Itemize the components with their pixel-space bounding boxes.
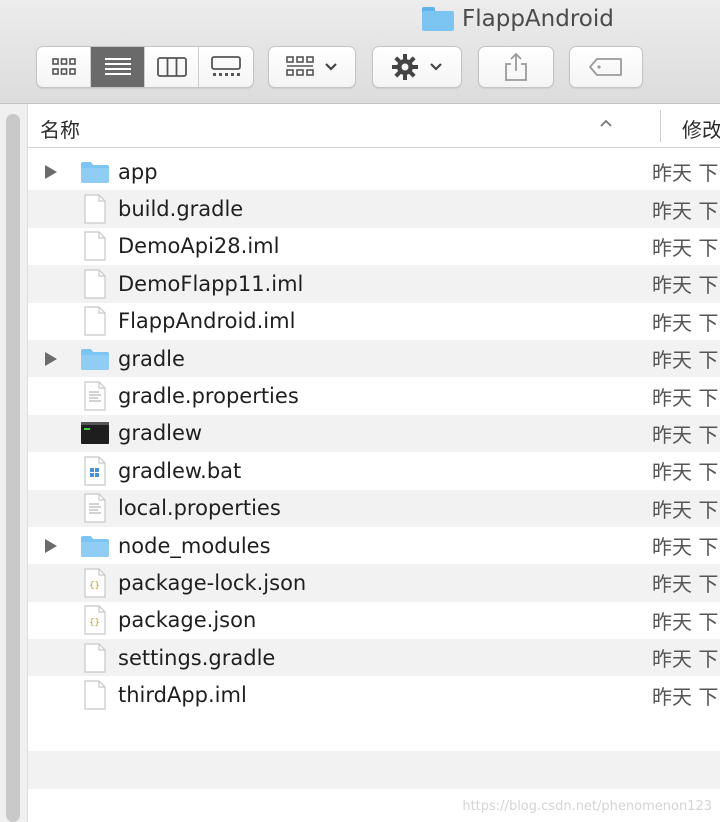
file-row[interactable]: gradle 昨天 下	[28, 339, 720, 378]
file-date-modified: 昨天 下	[652, 422, 719, 447]
view-mode-control	[36, 46, 254, 88]
sidebar-scrollbar[interactable]	[0, 104, 28, 822]
folder-icon	[422, 7, 454, 31]
file-date-modified: 昨天 下	[652, 348, 719, 373]
file-date-modified: 昨天 下	[652, 273, 719, 298]
file-name: thirdApp.iml	[118, 683, 247, 708]
list-view-button[interactable]	[91, 47, 145, 87]
folder-icon	[80, 531, 110, 561]
file-row[interactable]: {} package-lock.json 昨天 下	[28, 564, 720, 602]
svg-text:{}: {}	[89, 618, 100, 628]
file-date-modified: 昨天 下	[652, 572, 719, 597]
file-name: gradlew.bat	[118, 458, 242, 483]
document-icon	[80, 306, 110, 336]
column-header: 名称 修改日	[28, 104, 720, 148]
name-column-header[interactable]: 名称	[40, 114, 80, 143]
sort-ascending-icon[interactable]	[599, 118, 613, 128]
file-date-modified: 昨天 下	[652, 609, 719, 634]
file-name: package.json	[118, 608, 257, 633]
file-name: FlappAndroid.iml	[118, 309, 296, 334]
file-date-modified: 昨天 下	[652, 235, 719, 260]
file-row[interactable]: build.gradle 昨天 下	[28, 190, 720, 228]
json-file-icon: {}	[80, 568, 110, 598]
gallery-icon	[211, 56, 241, 76]
file-row[interactable]: settings.gradle 昨天 下	[28, 639, 720, 677]
file-date-modified: 昨天 下	[652, 198, 719, 223]
file-date-modified: 昨天 下	[652, 460, 719, 485]
chevron-down-icon	[430, 63, 442, 71]
tag-icon	[589, 58, 622, 76]
disclosure-triangle-icon[interactable]	[44, 538, 58, 554]
share-button[interactable]	[478, 46, 554, 88]
file-row[interactable]: gradlew.bat 昨天 下	[28, 452, 720, 490]
share-icon	[505, 52, 527, 81]
watermark-text: https://blog.csdn.net/phenomenon123	[462, 799, 712, 814]
file-row[interactable]: local.properties 昨天 下	[28, 489, 720, 527]
file-list: app 昨天 下 build.gradle 昨天 下 DemoApi28.iml 昨天 下…	[28, 153, 720, 714]
file-name: package-lock.json	[118, 570, 307, 595]
document-icon	[80, 680, 110, 710]
file-row[interactable]: gradlew 昨天 下	[28, 414, 720, 453]
file-date-modified: 昨天 下	[652, 385, 719, 410]
date-modified-column-header[interactable]: 修改日	[682, 114, 720, 143]
disclosure-triangle-icon[interactable]	[44, 351, 58, 367]
batch-file-icon	[80, 456, 110, 486]
document-icon	[80, 269, 110, 299]
column-view-button[interactable]	[145, 47, 199, 87]
document-icon	[80, 643, 110, 673]
document-icon	[80, 231, 110, 262]
text-document-icon	[80, 381, 110, 411]
file-row[interactable]: node_modules 昨天 下	[28, 526, 720, 565]
file-name: app	[118, 159, 158, 184]
file-row[interactable]: gradle.properties 昨天 下	[28, 377, 720, 415]
file-row[interactable]: {} package.json 昨天 下	[28, 601, 720, 640]
chevron-down-icon	[325, 63, 337, 71]
file-row[interactable]: DemoFlapp11.iml 昨天 下	[28, 265, 720, 303]
folder-icon	[80, 157, 110, 187]
gallery-view-button[interactable]	[199, 47, 253, 87]
list-icon	[104, 58, 131, 75]
toolbar: FlappAndroid	[0, 0, 720, 104]
file-row[interactable]: FlappAndroid.iml 昨天 下	[28, 302, 720, 340]
file-date-modified: 昨天 下	[652, 647, 719, 672]
file-name: DemoApi28.iml	[118, 234, 280, 259]
file-name: DemoFlapp11.iml	[118, 271, 304, 296]
icon-view-button[interactable]	[37, 47, 91, 87]
disclosure-triangle-icon[interactable]	[44, 164, 58, 180]
gear-icon	[392, 54, 418, 80]
scrollbar-thumb[interactable]	[6, 114, 20, 822]
file-date-modified: 昨天 下	[652, 161, 719, 186]
file-row[interactable]: app 昨天 下	[28, 153, 720, 191]
file-name: gradle.properties	[118, 384, 299, 409]
window-title-text: FlappAndroid	[462, 6, 614, 32]
grid-icon	[51, 58, 76, 75]
terminal-icon	[80, 418, 110, 448]
file-name: gradlew	[118, 421, 203, 446]
group-icon	[286, 56, 314, 76]
file-name: settings.gradle	[118, 645, 276, 670]
file-row[interactable]: thirdApp.iml 昨天 下	[28, 676, 720, 714]
action-button[interactable]	[372, 46, 462, 88]
empty-row	[28, 714, 720, 752]
file-name: node_modules	[118, 533, 271, 558]
folder-icon	[80, 344, 110, 374]
json-file-icon: {}	[80, 605, 110, 635]
file-date-modified: 昨天 下	[652, 535, 719, 560]
file-date-modified: 昨天 下	[652, 497, 719, 522]
document-icon	[80, 194, 110, 224]
column-divider[interactable]	[660, 110, 661, 142]
columns-icon	[156, 57, 187, 77]
file-name: build.gradle	[118, 197, 244, 222]
file-name: gradle	[118, 346, 185, 371]
file-date-modified: 昨天 下	[652, 684, 719, 709]
group-by-button[interactable]	[268, 46, 356, 88]
file-date-modified: 昨天 下	[652, 310, 719, 335]
tag-button[interactable]	[569, 46, 643, 88]
file-name: local.properties	[118, 496, 281, 521]
empty-row	[28, 751, 720, 789]
file-row[interactable]: DemoApi28.iml 昨天 下	[28, 227, 720, 266]
text-document-icon	[80, 493, 110, 523]
svg-text:{}: {}	[89, 581, 100, 591]
window-title: FlappAndroid	[422, 4, 614, 34]
